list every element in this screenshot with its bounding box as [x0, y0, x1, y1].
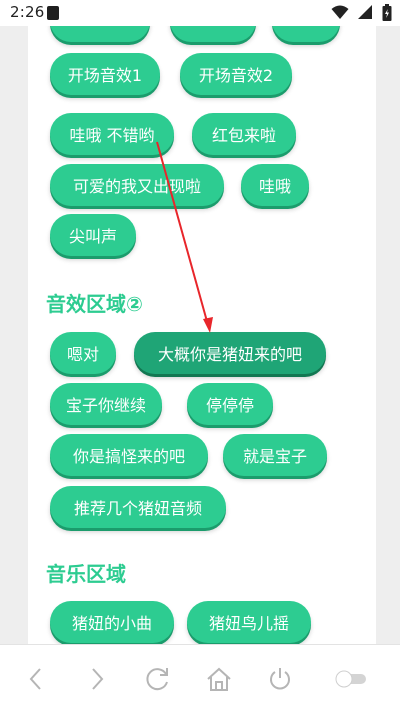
sound-button[interactable]: 可爱的我又出现啦 [50, 164, 224, 206]
sound-button[interactable]: 开场音效2 [180, 53, 292, 95]
sound-button[interactable]: 就是宝子 [223, 434, 327, 476]
sound-button[interactable]: 你是搞怪来的吧 [50, 434, 208, 476]
sound-button[interactable]: 哇哦 不错哟 [50, 113, 174, 155]
status-icons [331, 4, 392, 22]
sound-button-partial[interactable] [170, 26, 256, 42]
notification-icon [47, 6, 59, 20]
sound-button[interactable]: 红包来啦 [192, 113, 296, 155]
forward-icon[interactable] [83, 665, 111, 693]
sound-button-partial[interactable] [50, 26, 150, 42]
sound-button[interactable]: 哇哦 [241, 164, 309, 206]
sound-button[interactable]: 宝子你继续 [50, 383, 162, 425]
refresh-icon[interactable] [144, 665, 172, 693]
bottom-nav [0, 644, 400, 711]
status-bar: 2:26 [0, 0, 400, 26]
sound-button[interactable]: 尖叫声 [50, 214, 136, 256]
home-icon[interactable] [205, 665, 233, 693]
sound-button-partial[interactable] [272, 26, 340, 42]
music-button[interactable]: 猪妞鸟儿摇 [187, 601, 311, 643]
section-title: 音乐区域 [46, 562, 126, 586]
sound-button[interactable]: 开场音效1 [50, 53, 160, 95]
music-button[interactable]: 猪妞的小曲 [50, 601, 174, 643]
battery-icon [382, 4, 392, 21]
toggle-icon[interactable] [333, 665, 371, 693]
wifi-icon [331, 5, 349, 19]
sound-button[interactable]: 推荐几个猪妞音频 [50, 486, 226, 528]
status-time: 2:26 [10, 3, 45, 21]
signal-icon [357, 5, 372, 19]
sound-button[interactable]: 嗯对 [50, 332, 116, 374]
sound-button-selected[interactable]: 大概你是猪妞来的吧 [134, 332, 326, 374]
power-icon[interactable] [266, 665, 294, 693]
sound-button[interactable]: 停停停 [187, 383, 273, 425]
back-icon[interactable] [22, 665, 50, 693]
content-panel: 开场音效1 开场音效2 哇哦 不错哟 红包来啦 可爱的我又出现啦 哇哦 尖叫声 … [28, 26, 376, 644]
section-title: 音效区域② [46, 292, 143, 316]
